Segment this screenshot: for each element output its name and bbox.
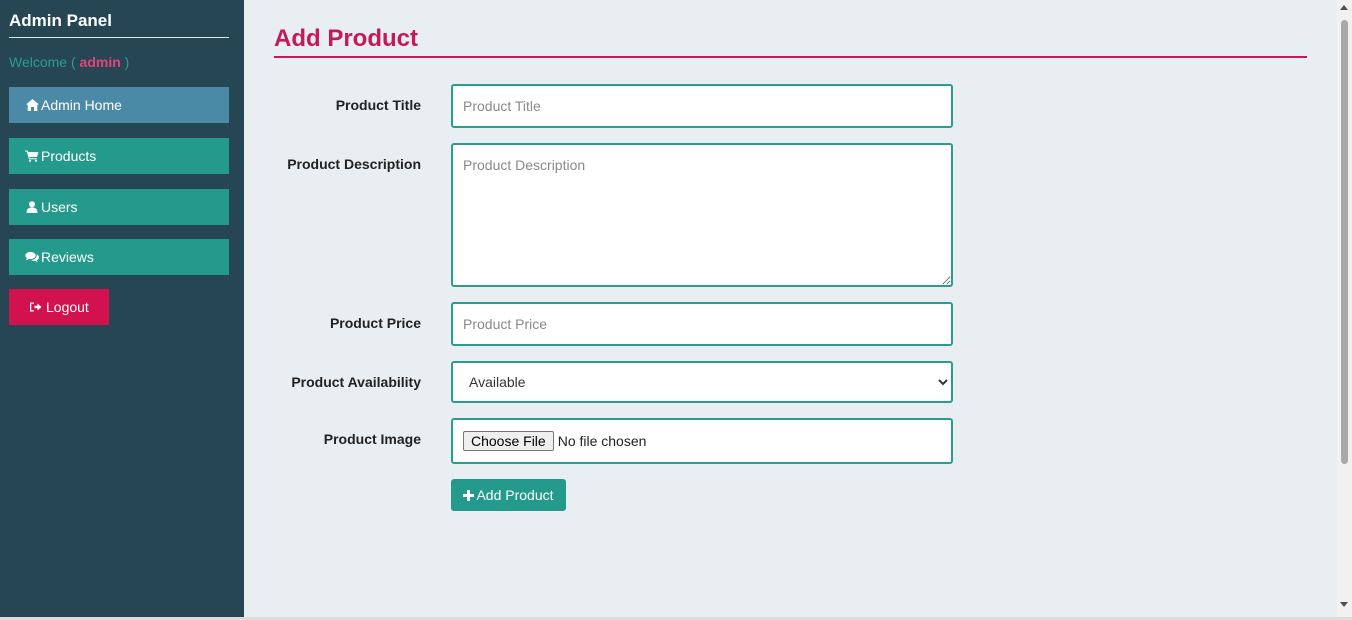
nav-users-label: Users: [41, 199, 78, 215]
user-icon: [24, 201, 40, 213]
title-divider: [274, 56, 1307, 58]
product-description-textarea[interactable]: [451, 143, 953, 287]
vertical-scrollbar[interactable]: [1337, 0, 1352, 617]
welcome-prefix: Welcome (: [9, 54, 76, 70]
product-title-input[interactable]: [451, 84, 953, 128]
scroll-up-arrow-icon[interactable]: [1340, 5, 1348, 10]
plus-icon: [463, 489, 475, 501]
comments-icon: [24, 251, 40, 263]
nav-reviews-label: Reviews: [41, 249, 94, 265]
nav-users[interactable]: Users: [9, 189, 229, 225]
choose-file-button[interactable]: Choose File: [463, 431, 554, 451]
welcome-text: Welcome ( admin ): [9, 54, 129, 70]
sidebar: Admin Panel Welcome ( admin ) Admin Home…: [0, 0, 244, 617]
add-product-button[interactable]: Add Product: [451, 479, 566, 511]
cart-icon: [24, 150, 40, 162]
nav-admin-home[interactable]: Admin Home: [9, 87, 229, 123]
product-title-label: Product Title: [335, 97, 421, 113]
brand-title: Admin Panel: [9, 11, 229, 38]
welcome-username: admin: [79, 54, 121, 70]
product-availability-label: Product Availability: [291, 374, 421, 390]
add-product-button-label: Add Product: [476, 487, 554, 503]
scroll-down-arrow-icon[interactable]: [1340, 602, 1348, 607]
product-availability-select[interactable]: Available: [451, 361, 953, 403]
logout-label: Logout: [46, 299, 89, 315]
home-icon: [24, 99, 40, 111]
product-image-label: Product Image: [323, 431, 421, 447]
logout-button[interactable]: Logout: [9, 289, 109, 325]
sign-out-icon: [29, 301, 42, 313]
product-image-file-input[interactable]: Choose File No file chosen: [451, 418, 953, 464]
product-price-input[interactable]: [451, 302, 953, 346]
product-description-label: Product Description: [287, 156, 421, 172]
page-title: Add Product: [274, 25, 418, 52]
nav-products[interactable]: Products: [9, 138, 229, 174]
nav-reviews[interactable]: Reviews: [9, 239, 229, 275]
product-price-label: Product Price: [329, 315, 421, 331]
nav-admin-home-label: Admin Home: [41, 97, 122, 113]
nav-products-label: Products: [41, 148, 97, 164]
scrollbar-thumb[interactable]: [1341, 20, 1348, 464]
welcome-suffix: ): [124, 54, 130, 70]
file-status-text: No file chosen: [557, 433, 647, 449]
